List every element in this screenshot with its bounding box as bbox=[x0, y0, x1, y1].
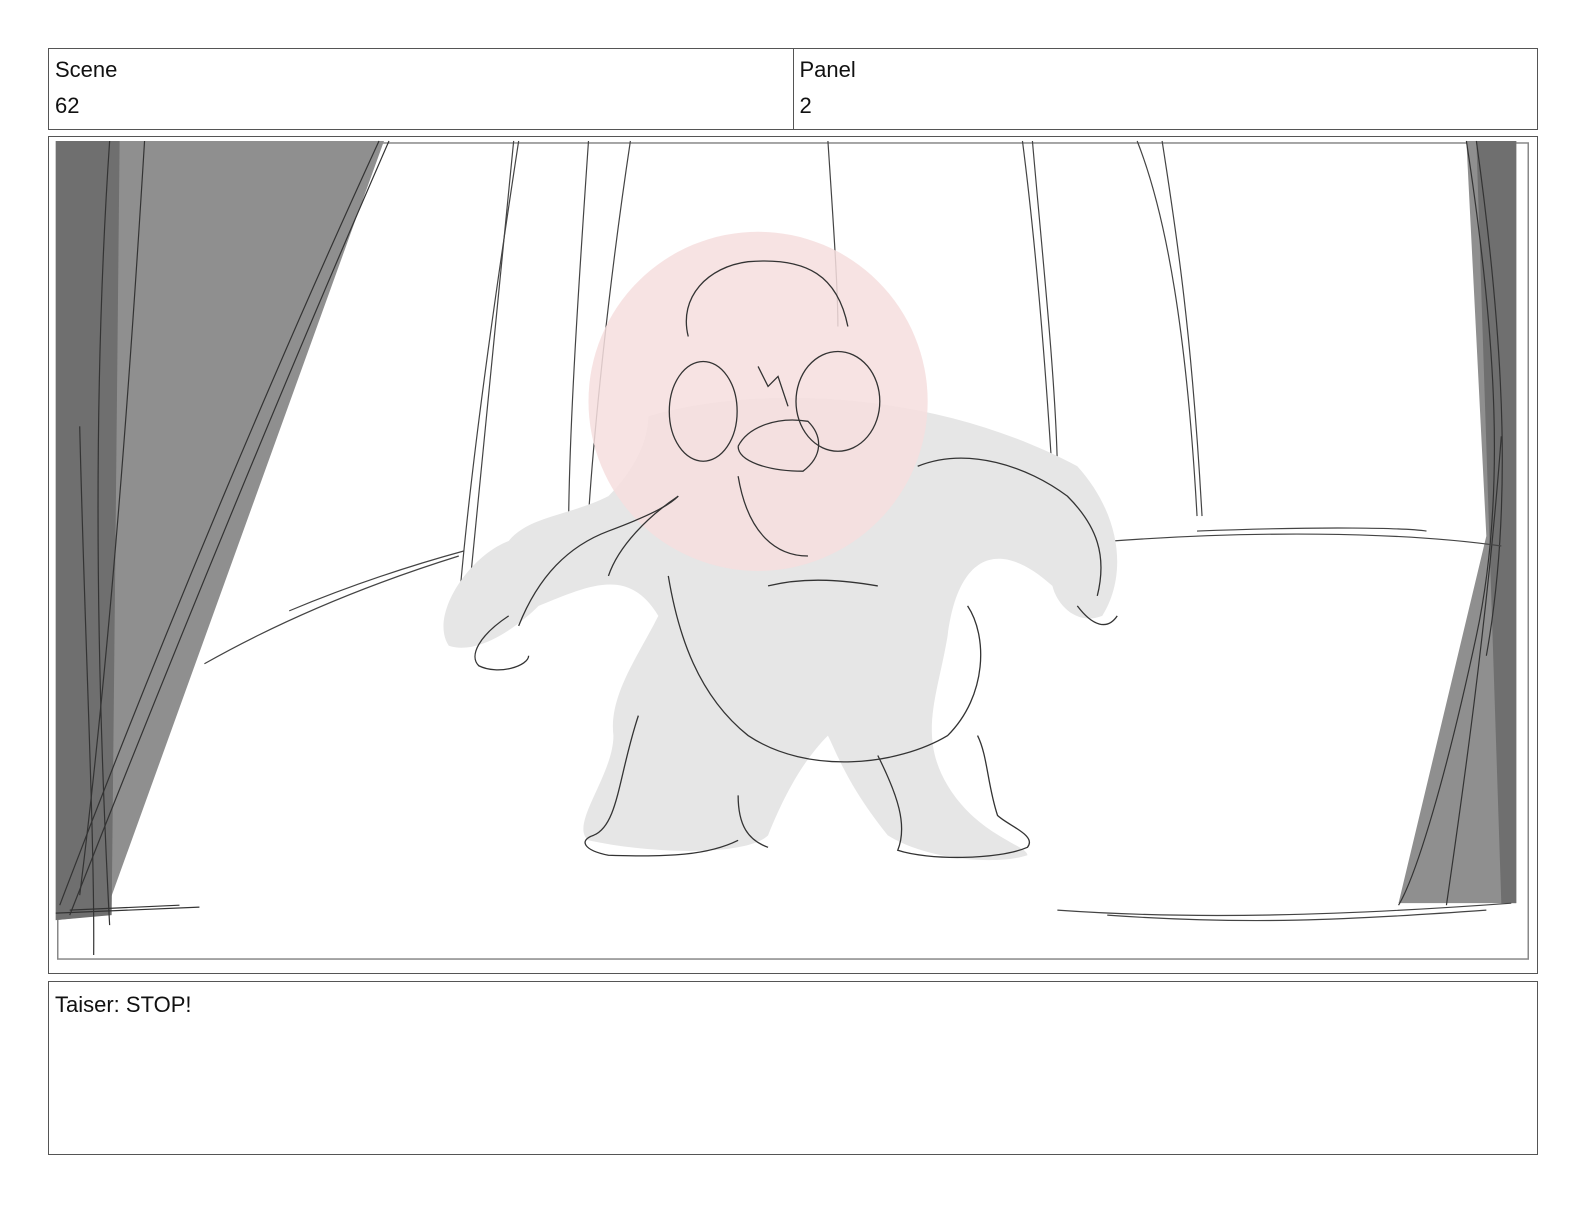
scene-cell: Scene 62 bbox=[49, 49, 793, 129]
left-curtain bbox=[55, 140, 390, 956]
dialogue-box: Taiser: STOP! bbox=[48, 981, 1538, 1155]
panel-number: 2 bbox=[799, 93, 812, 118]
head-highlight bbox=[588, 231, 928, 571]
scene-number: 62 bbox=[55, 93, 80, 118]
panel-cell: Panel 2 bbox=[792, 49, 1538, 129]
panel-label: Panel bbox=[799, 57, 856, 82]
panel-sketch bbox=[55, 140, 1529, 960]
character-figure bbox=[443, 231, 1118, 861]
storyboard-frame bbox=[48, 136, 1538, 974]
right-curtain bbox=[1398, 140, 1517, 906]
storyboard-header: Scene 62 Panel 2 bbox=[48, 48, 1538, 130]
scene-label: Scene bbox=[55, 57, 118, 82]
dialogue-text: Taiser: STOP! bbox=[55, 992, 192, 1017]
